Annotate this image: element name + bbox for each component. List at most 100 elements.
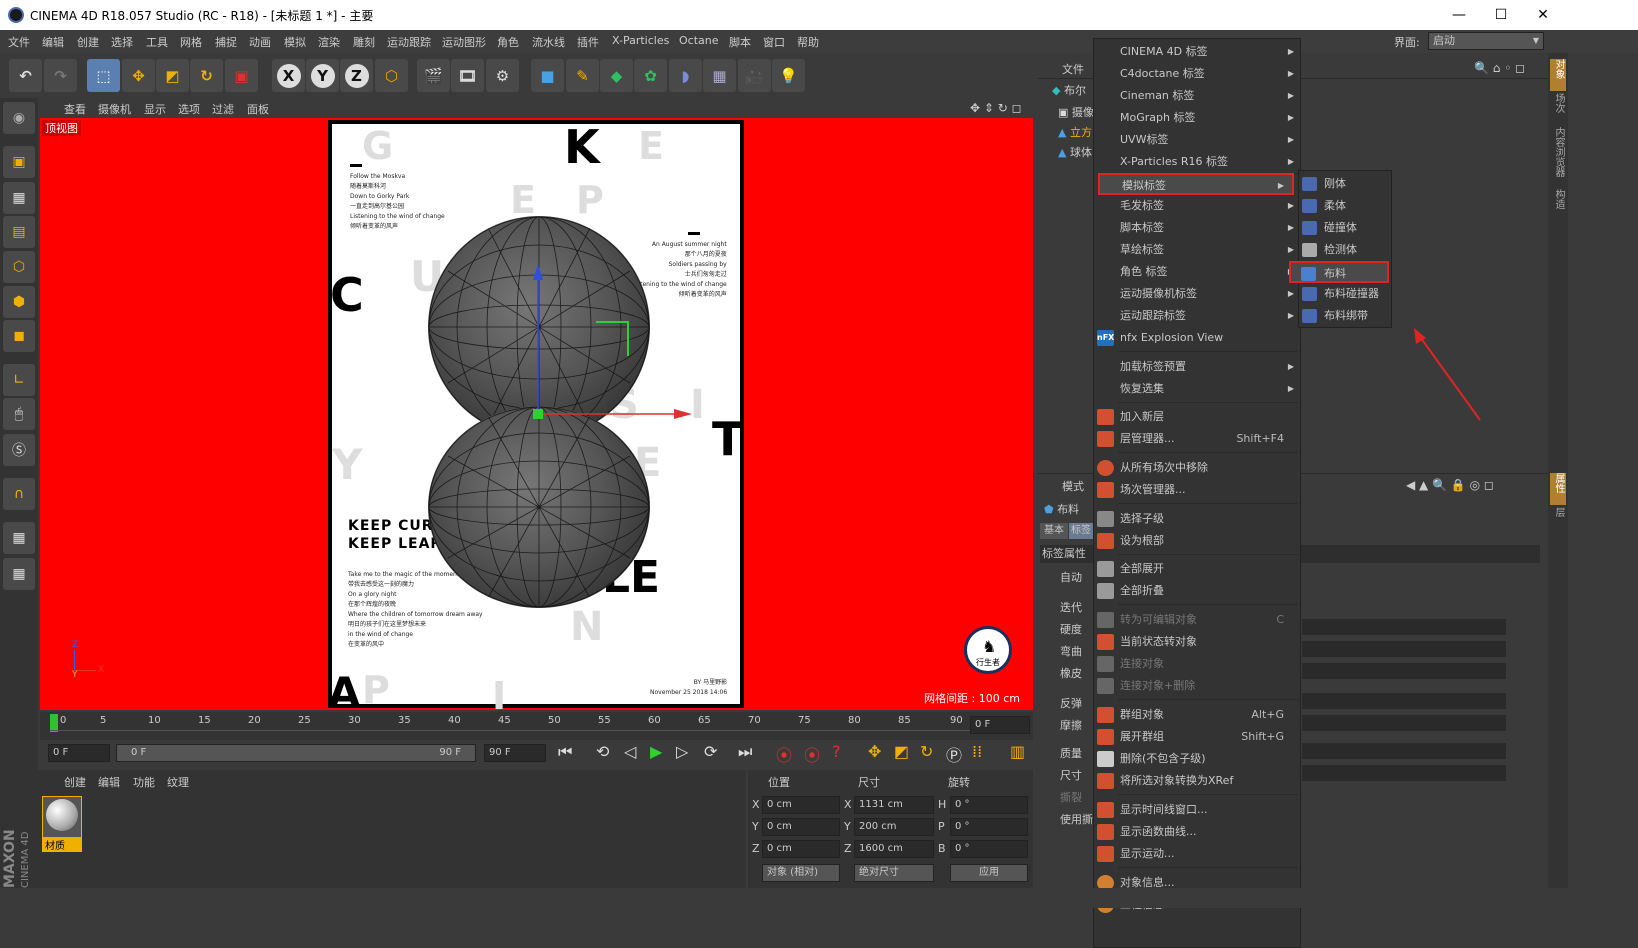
attr-param[interactable]: 质量 xyxy=(1060,745,1082,761)
apply-button[interactable]: 应用 xyxy=(950,864,1028,882)
ctx-item-delete-without-children[interactable]: 删除(不包含子级) xyxy=(1094,748,1302,770)
menu-octane[interactable]: Octane xyxy=(679,34,719,47)
menu-mograph[interactable]: 运动图形 xyxy=(442,34,486,50)
ctx-item-take-manager[interactable]: 场次管理器... xyxy=(1094,479,1302,501)
deformer-button[interactable]: ◗ xyxy=(669,59,702,92)
object-row[interactable]: ▣ 摄像 xyxy=(1058,104,1094,120)
rotation-b-field[interactable]: 0 ° xyxy=(950,840,1028,858)
cube-object-button[interactable]: ■ xyxy=(531,59,564,92)
ctx-item-collapse-all[interactable]: 全部折叠 xyxy=(1094,580,1302,602)
size-x-field[interactable]: 1131 cm xyxy=(854,796,934,814)
viewport-menu-camera[interactable]: 摄像机 xyxy=(98,101,131,117)
ctx-item-motion-tracking-tags[interactable]: 运动跟踪标签 ▶ xyxy=(1094,305,1302,327)
menu-motion-tracking[interactable]: 运动跟踪 xyxy=(387,34,431,50)
workplane-mode-icon[interactable]: ▤ xyxy=(3,216,35,248)
object-row[interactable]: ▲ 立方 xyxy=(1058,124,1092,140)
menu-snap[interactable]: 捕捉 xyxy=(215,34,237,50)
subdivision-button[interactable]: ◆ xyxy=(600,59,633,92)
submenu-ghost[interactable]: 检测体 xyxy=(1299,239,1393,261)
ctx-item-cineman-tags[interactable]: Cineman 标签 ▶ xyxy=(1094,85,1302,107)
menu-render[interactable]: 渲染 xyxy=(318,34,340,50)
next-frame-icon[interactable]: ▷ xyxy=(676,742,688,761)
attr-slider[interactable] xyxy=(1302,641,1506,657)
scale-tool-button[interactable]: ◩ xyxy=(156,59,189,92)
record-icon[interactable]: ⦿ xyxy=(776,742,792,766)
pen-spline-button[interactable]: ✎ xyxy=(566,59,599,92)
object-row[interactable]: ▲ 球体 xyxy=(1058,144,1092,160)
attr-slider[interactable] xyxy=(1302,693,1506,709)
axis-mode-icon[interactable]: ∟ xyxy=(3,364,35,396)
ctx-item-select-children[interactable]: 选择子级 xyxy=(1094,508,1302,530)
submenu-collider-body[interactable]: 碰撞体 xyxy=(1299,217,1393,239)
recent-tool-button[interactable]: ▣ xyxy=(225,59,258,92)
menu-edit[interactable]: 编辑 xyxy=(42,34,64,50)
model-mode-icon[interactable]: ▣ xyxy=(3,146,35,178)
ctx-item-remove-from-all-takes[interactable]: 从所有场次中移除 xyxy=(1094,457,1302,479)
attr-slider[interactable] xyxy=(1302,619,1506,635)
frame-range-slider[interactable]: 0 F 90 F xyxy=(116,744,476,762)
object-manager-tab[interactable]: 文件 xyxy=(1062,61,1084,77)
current-frame-field[interactable]: 0 F xyxy=(970,716,1030,734)
viewport-menu-display[interactable]: 显示 xyxy=(144,101,166,117)
snap-icon[interactable]: Ⓢ xyxy=(3,434,35,466)
minimize-button[interactable]: — xyxy=(1436,0,1482,30)
key-position-icon[interactable]: ✥ xyxy=(868,742,881,761)
ctx-item-c4doctane-tags[interactable]: C4doctane 标签 ▶ xyxy=(1094,63,1302,85)
material-swatch[interactable]: 材质 xyxy=(42,796,82,852)
tab-layers[interactable]: 层 xyxy=(1550,507,1566,527)
size-z-field[interactable]: 1600 cm xyxy=(854,840,934,858)
key-scale-icon[interactable]: ◩ xyxy=(894,742,909,761)
play-icon[interactable]: ▶ xyxy=(650,742,662,761)
key-pla-icon[interactable]: ⁞⁞ xyxy=(972,742,982,761)
lock-workplane-icon[interactable]: ▦ xyxy=(3,522,35,554)
submenu-cloth[interactable]: 布料 xyxy=(1289,261,1389,283)
rotate-tool-button[interactable]: ↻ xyxy=(190,59,223,92)
attr-slider[interactable] xyxy=(1302,663,1506,679)
previous-key-icon[interactable]: ⟲ xyxy=(596,742,609,761)
menu-file[interactable]: 文件 xyxy=(8,34,30,50)
submenu-cloth-collider[interactable]: 布料碰撞器 xyxy=(1299,283,1393,305)
ctx-item-hair-tags[interactable]: 毛发标签 ▶ xyxy=(1094,195,1302,217)
menu-select[interactable]: 选择 xyxy=(111,34,133,50)
end-frame-field[interactable]: 90 F xyxy=(484,744,546,762)
ctx-item-mograph-tags[interactable]: MoGraph 标签 ▶ xyxy=(1094,107,1302,129)
rotation-p-field[interactable]: 0 ° xyxy=(950,818,1028,836)
object-manager-tools[interactable]: 🔍 ⌂ ◦ ◻ xyxy=(1474,61,1525,75)
menu-help[interactable]: 帮助 xyxy=(797,34,819,50)
menu-pipeline[interactable]: 流水线 xyxy=(532,34,565,50)
attribute-tab-basic[interactable]: 基本 xyxy=(1040,523,1068,539)
tweak-mode-icon[interactable]: 🖱 xyxy=(3,398,35,430)
points-mode-icon[interactable]: ⬡ xyxy=(3,251,35,283)
ctx-item-add-new-layer[interactable]: 加入新层 xyxy=(1094,406,1302,428)
attr-param[interactable]: 硬度 xyxy=(1060,621,1082,637)
attr-param[interactable]: 反弹 xyxy=(1060,695,1082,711)
ctx-item-convert-to-xref[interactable]: 将所选对象转换为XRef xyxy=(1094,770,1302,792)
ctx-item-group-objects[interactable]: 群组对象 Alt+G xyxy=(1094,704,1302,726)
ctx-item-expand-all[interactable]: 全部展开 xyxy=(1094,558,1302,580)
tab-object[interactable]: 对象 xyxy=(1550,59,1566,91)
attr-param[interactable]: 撕裂 xyxy=(1060,789,1082,805)
light-button[interactable]: 💡 xyxy=(772,59,805,92)
menu-create[interactable]: 创建 xyxy=(77,34,99,50)
timeline-ruler[interactable]: 0 5 10 15 20 25 30 35 40 45 50 55 60 65 … xyxy=(40,712,1033,740)
ctx-item-make-editable[interactable]: 转为可编辑对象 C xyxy=(1094,609,1302,631)
attr-slider[interactable] xyxy=(1302,765,1506,781)
transform-gizmo[interactable] xyxy=(528,260,698,430)
attr-param[interactable]: 使用撕 xyxy=(1060,811,1093,827)
material-menu-edit[interactable]: 编辑 xyxy=(98,774,120,790)
menu-window[interactable]: 窗口 xyxy=(763,34,785,50)
attr-param[interactable]: 迭代 xyxy=(1060,599,1082,615)
ctx-item-layer-manager[interactable]: 层管理器... Shift+F4 xyxy=(1094,428,1302,450)
menu-script[interactable]: 脚本 xyxy=(729,34,751,50)
attr-slider[interactable] xyxy=(1302,743,1506,759)
layout-select[interactable]: 启动 ▼ xyxy=(1428,32,1544,50)
menu-xparticles[interactable]: X-Particles xyxy=(612,34,669,47)
ctx-item-character-tags[interactable]: 角色 标签▶ xyxy=(1094,261,1302,283)
material-menu-function[interactable]: 功能 xyxy=(133,774,155,790)
menu-mesh[interactable]: 网格 xyxy=(180,34,202,50)
ctx-item-restore-selection[interactable]: 恢复选集 ▶ xyxy=(1094,378,1302,400)
x-axis-button[interactable]: X xyxy=(272,59,305,92)
menu-simulate[interactable]: 模拟 xyxy=(284,34,306,50)
keyframe-selection-icon[interactable]: ? xyxy=(832,742,841,761)
size-y-field[interactable]: 200 cm xyxy=(854,818,934,836)
